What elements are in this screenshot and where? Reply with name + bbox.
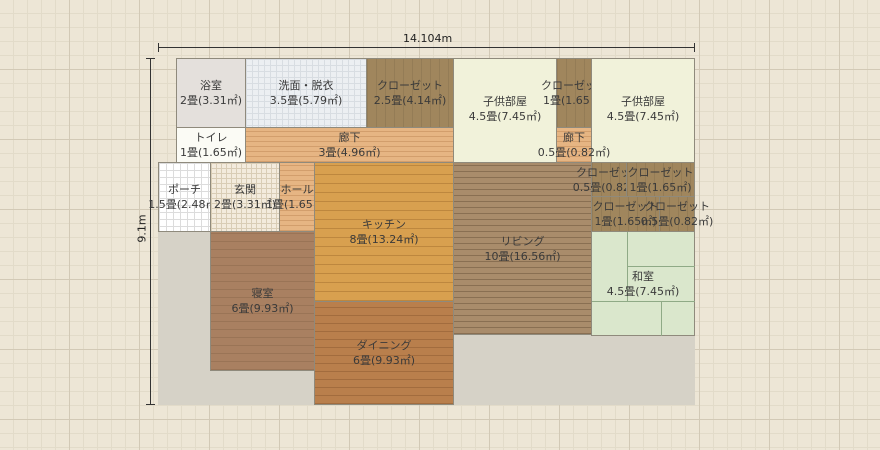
tatami-line-h2 [592,301,695,302]
width-dimension-tick-right [694,43,695,52]
floor-plan: 14.104m 9.1m 浴室 2畳(3.31㎡) 洗面・脱衣 3.5畳(5.7… [0,0,880,450]
room-closet-6[interactable]: クローゼット 0.5畳(0.82㎡) [641,196,713,232]
tatami-line-h1 [627,266,695,267]
room-corridor-2[interactable]: 廊下 0.5畳(0.82㎡) [538,127,610,163]
plan-shadow-left2 [210,370,314,405]
plan-shadow-right [453,335,695,405]
room-name: クローゼット [627,165,694,179]
room-area: 6畳(9.93㎡) [352,354,416,367]
room-name: ホール [280,183,314,196]
room-kitchen[interactable]: キッチン 8畳(13.24㎡) [314,162,454,302]
room-area: 6畳(9.93㎡) [231,302,294,315]
room-area: 4.5畳(7.45㎡) [606,109,680,123]
height-dimension-tick-bottom [146,404,155,405]
room-porch[interactable]: ポーチ 1.5畳(2.48㎡) [148,162,221,232]
height-dimension-tick-top [146,58,155,59]
room-name: 廊下 [563,131,585,144]
room-washroom[interactable]: 洗面・脱衣 3.5畳(5.79㎡) [245,58,367,128]
height-dimension-line [150,58,151,405]
room-area: 3畳(4.96㎡) [318,146,381,159]
width-dimension-tick-left [158,43,159,52]
room-name: 和室 [632,269,654,283]
room-area: 8畳(13.24㎡) [349,233,419,246]
room-area: 3.5畳(5.79㎡) [269,94,343,107]
room-name: ポーチ [168,183,201,196]
room-toilet[interactable]: トイレ 1畳(1.65㎡) [176,127,246,163]
height-dimension-label: 9.1m [135,214,149,243]
room-name: ダイニング [356,339,412,352]
room-dining[interactable]: ダイニング 6畳(9.93㎡) [314,301,454,405]
room-name: クローゼット [377,79,443,92]
room-name: 子供部屋 [483,94,527,108]
room-washitsu[interactable]: 和室 4.5畳(7.45㎡) [591,231,695,336]
room-name: 玄関 [234,183,256,196]
room-closet-4[interactable]: クローゼット 1畳(1.65㎡) [626,162,695,197]
room-name: クローゼット [644,200,710,213]
room-living[interactable]: リビング 10畳(16.56㎡) [453,162,592,335]
room-name: 子供部屋 [621,94,665,108]
room-area: 1畳(1.65㎡) [629,180,692,194]
room-area: 2畳(3.31㎡) [179,94,243,107]
room-area: 4.5畳(7.45㎡) [606,284,680,298]
room-name: 浴室 [200,79,222,92]
room-bath[interactable]: 浴室 2畳(3.31㎡) [176,58,246,128]
room-name: トイレ [194,131,228,144]
width-dimension-label: 14.104m [403,32,453,45]
room-area: 10畳(16.56㎡) [484,249,561,263]
room-name: リビング [500,234,545,248]
width-dimension-line [158,47,695,48]
room-bedroom[interactable]: 寝室 6畳(9.93㎡) [210,231,315,371]
room-closet-3[interactable]: クローゼット 0.5畳(0.82㎡) [573,162,645,197]
room-closet-1[interactable]: クローゼット 2.5畳(4.14㎡) [366,58,454,128]
room-area: 0.5畳(0.82㎡) [640,215,714,228]
room-name: 洗面・脱衣 [278,79,334,92]
room-name: 寝室 [251,287,274,300]
plan-shadow-left [158,231,210,405]
room-hall[interactable]: ホール 1畳(1.65㎡) [266,162,328,232]
room-area: 4.5畳(7.45㎡) [468,109,542,123]
room-corridor-1[interactable]: 廊下 3畳(4.96㎡) [245,127,454,163]
room-area: 2.5畳(4.14㎡) [373,94,447,107]
room-area: 1畳(1.65㎡) [179,146,243,159]
tatami-line-v2 [661,301,662,336]
room-closet-2[interactable]: クローゼット 1畳(1.65㎡) [541,58,607,128]
room-name: キッチン [362,218,406,231]
room-area: 0.5畳(0.82㎡) [537,146,611,159]
room-name: 廊下 [338,131,361,144]
